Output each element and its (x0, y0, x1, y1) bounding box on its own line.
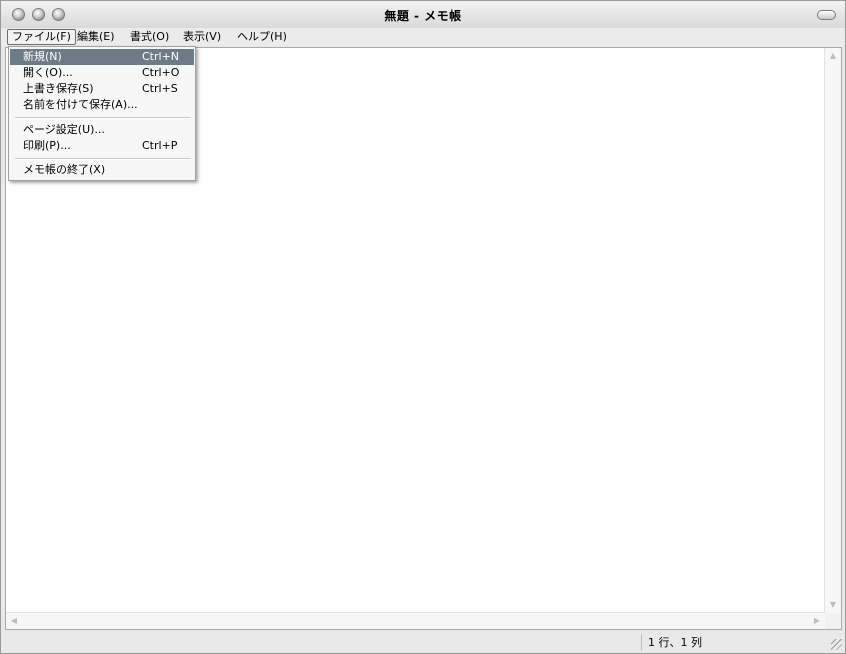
menu-file[interactable]: ファイル(F) (7, 29, 76, 45)
scroll-left-arrow-icon[interactable]: ◀ (8, 616, 20, 626)
scroll-up-arrow-icon[interactable]: ▲ (827, 51, 839, 61)
menu-item-shortcut: Ctrl+O (142, 66, 180, 79)
menu-item-open[interactable]: 開く(O)... Ctrl+O (10, 65, 194, 81)
menu-item-page-setup[interactable]: ページ設定(U)... (10, 122, 194, 138)
menu-item-new[interactable]: 新規(N) Ctrl+N (10, 49, 194, 65)
menu-item-save-as[interactable]: 名前を付けて保存(A)... (10, 97, 194, 113)
menu-separator (15, 117, 191, 119)
menu-item-label: 名前を付けて保存(A)... (23, 98, 138, 111)
toolbar-toggle-button[interactable] (817, 10, 836, 20)
menu-format[interactable]: 書式(O) (126, 29, 173, 45)
menu-bar: ファイル(F) 編集(E) 書式(O) 表示(V) ヘルプ(H) (1, 28, 845, 46)
menu-item-label: 新規(N) (23, 50, 62, 63)
menu-item-label: 印刷(P)... (23, 139, 71, 152)
horizontal-scrollbar[interactable]: ◀ ▶ (6, 612, 825, 629)
menu-edit[interactable]: 編集(E) (73, 29, 119, 45)
menu-item-label: ページ設定(U)... (23, 123, 105, 136)
status-divider (641, 634, 642, 650)
menu-item-label: 上書き保存(S) (23, 82, 94, 95)
menu-item-shortcut: Ctrl+P (142, 139, 178, 152)
menu-item-print[interactable]: 印刷(P)... Ctrl+P (10, 138, 194, 154)
menu-item-shortcut: Ctrl+N (142, 50, 180, 63)
status-bar: 1 行、1 列 (1, 631, 845, 653)
resize-grip-icon[interactable] (831, 639, 842, 650)
menu-item-label: メモ帳の終了(X) (23, 163, 106, 176)
scroll-corner (825, 613, 841, 629)
menu-help[interactable]: ヘルプ(H) (233, 29, 291, 45)
window-title: 無題 - メモ帳 (384, 9, 462, 23)
title-bar[interactable]: 無題 - メモ帳 (1, 1, 845, 29)
menu-separator (15, 158, 191, 160)
vertical-scrollbar[interactable]: ▲ ▼ (824, 48, 841, 613)
menu-item-shortcut: Ctrl+S (142, 82, 178, 95)
file-menu-dropdown: 新規(N) Ctrl+N 開く(O)... Ctrl+O 上書き保存(S) Ct… (8, 46, 196, 181)
menu-item-save[interactable]: 上書き保存(S) Ctrl+S (10, 81, 194, 97)
scroll-down-arrow-icon[interactable]: ▼ (827, 600, 839, 610)
notepad-window: 無題 - メモ帳 ファイル(F) 編集(E) 書式(O) 表示(V) ヘルプ(H… (0, 0, 846, 654)
scroll-right-arrow-icon[interactable]: ▶ (811, 616, 823, 626)
menu-item-label: 開く(O)... (23, 66, 73, 79)
cursor-position: 1 行、1 列 (648, 636, 702, 649)
menu-view[interactable]: 表示(V) (179, 29, 225, 45)
menu-item-exit[interactable]: メモ帳の終了(X) (10, 162, 194, 178)
